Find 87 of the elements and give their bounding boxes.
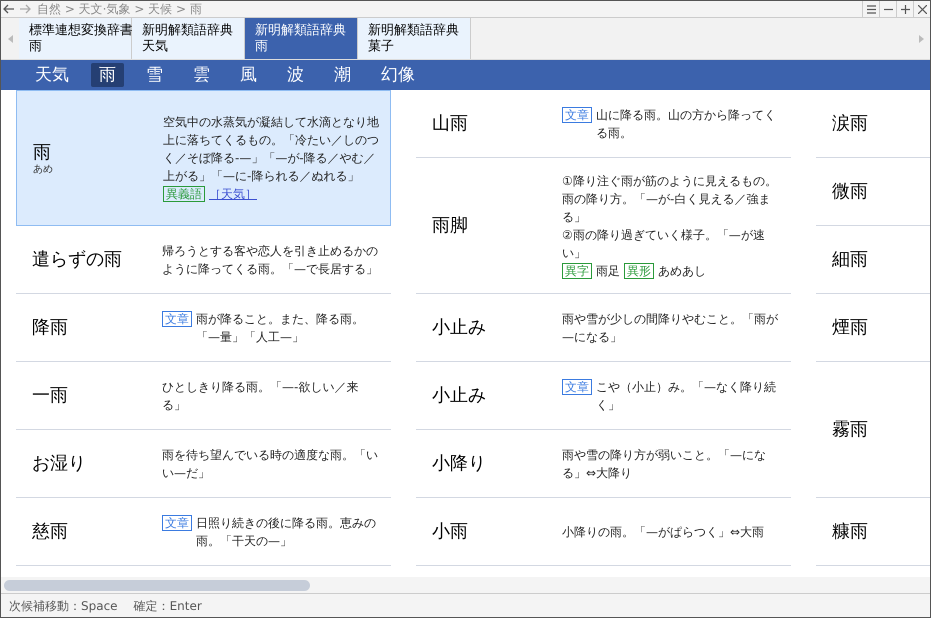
category-tab[interactable]: 潮 [326, 63, 359, 87]
close-button[interactable] [913, 1, 930, 17]
reading: あめ [33, 165, 54, 175]
term: 煙雨 [832, 316, 869, 340]
selected-entry[interactable]: 雨 あめ 空気中の水蒸気が凝結して水滴となり地上に落ちてくるもの。「冷たい／しのつく／そぼ降る-—」「—が-降る／やむ／上がる」「—に-降られる／ぬれる」 異義語 ［天気］ [16, 90, 391, 226]
related-link[interactable]: ［天気］ [209, 185, 257, 203]
maximize-button[interactable] [896, 1, 913, 17]
scrollbar-thumb[interactable] [4, 580, 310, 590]
entry-row[interactable]: 小止み 雨や雪が少しの間降りやむこと。「雨が—になる」 [416, 294, 791, 362]
entry-row[interactable]: 微雨 [816, 158, 930, 226]
definition-text: 山に降る雨。山の方から降ってくる雨。 [596, 106, 777, 142]
category-tab[interactable]: 風 [232, 63, 265, 87]
term: 小止み [432, 384, 487, 408]
category-tab[interactable]: 雨 [91, 63, 124, 87]
breadcrumb: 自然 > 天文·気象 > 天候 > 雨 [37, 1, 202, 17]
definition-text: 空気中の水蒸気が凝結して水滴となり地上に落ちてくるもの。「冷たい／しのつく／そぼ降る-—」「—が-降る／やむ／上がる」「—に-降られる／ぬれる」 [163, 114, 380, 185]
entry-row[interactable]: 降雨 文章 雨が降ること。また、降る雨。「—量」「人工—」 [16, 294, 391, 362]
status-text: 次候補移動：Space [9, 598, 118, 614]
term: 遣らずの雨 [32, 248, 123, 272]
category-tab[interactable]: 雲 [185, 63, 218, 87]
label-tag: 異字 [562, 262, 592, 278]
list-button[interactable] [862, 1, 879, 17]
label-tag: 文章 [562, 378, 592, 394]
entry-row[interactable]: 細雨 [816, 226, 930, 294]
definition-text: 小降りの雨。「—がぱらつく」⇔大雨 [562, 524, 764, 540]
term: 雨 [33, 141, 52, 164]
definition-text: 雨足 [596, 262, 620, 280]
definition-text: 雨や雪が少しの間降りやむこと。「雨が—になる」 [562, 310, 779, 346]
category-tab[interactable]: 幻像 [373, 63, 423, 87]
term: 細雨 [832, 248, 869, 272]
maximize-icon [900, 4, 910, 14]
category-tab[interactable]: 波 [279, 63, 312, 87]
term: お湿り [32, 452, 87, 476]
definition-text: 帰ろうとする客や恋人を引き止めるかのように降ってくる雨。「—で長居する」 [162, 242, 379, 278]
term: 小止み [432, 316, 487, 340]
term: 降雨 [32, 316, 69, 340]
term: 山雨 [432, 112, 469, 136]
definition-text: 日照り続きの後に降る雨。恵みの雨。「干天の—」 [196, 514, 377, 550]
left-triangle-icon [8, 34, 12, 42]
entry-row[interactable]: 雨脚 ①降り注ぐ雨が筋のように見えるもの。雨の降り方。「—が-白く見える／強まる」 ②雨の降り過ぎていく様子。「—が速い」 異字 雨足 異形 あめあし [416, 158, 791, 294]
close-icon [918, 4, 926, 14]
definition-text: あめあし [658, 262, 706, 280]
definition-text: こや（小止）み。「—なく降り続く」 [596, 378, 777, 414]
dictionary-tab[interactable]: 標準連想変換辞書 雨 [19, 18, 132, 59]
term: 微雨 [832, 180, 869, 204]
entry-row[interactable]: 小降り 雨や雪の降り方が弱いこと。「—になる」⇔大降り [416, 430, 791, 498]
dictionary-tab[interactable]: 新明解類語辞典 雨 [245, 18, 358, 59]
category-tab[interactable]: 天気 [27, 63, 77, 87]
entry-row[interactable]: 霧雨 [816, 362, 930, 498]
list-icon [866, 4, 876, 14]
definition-text: 雨を待ち望んでいる時の適度な雨。「いい—だ」 [162, 446, 379, 482]
entry-row[interactable]: お湿り 雨を待ち望んでいる時の適度な雨。「いい—だ」 [16, 430, 391, 498]
dictionary-tab[interactable]: 新明解類語辞典 菓子 [358, 18, 471, 59]
category-tab[interactable]: 雪 [138, 63, 171, 87]
entry-row[interactable]: 涙雨 [816, 90, 930, 158]
label-tag: 異形 [624, 262, 654, 278]
label-tag: 文章 [562, 106, 592, 122]
term: 涙雨 [832, 112, 869, 136]
definition-text: 雨や雪の降り方が弱いこと。「—になる」⇔大降り [562, 446, 767, 482]
term: 雨脚 [432, 214, 469, 238]
definition-text: ①降り注ぐ雨が筋のように見えるもの。雨の降り方。「—が-白く見える／強まる」 [562, 172, 778, 226]
entry-row[interactable]: 遣らずの雨 帰ろうとする客や恋人を引き止めるかのように降ってくる雨。「—で長居する」 [16, 226, 391, 294]
entry-row[interactable]: 小雨 小降りの雨。「—がぱらつく」⇔大雨 [416, 498, 791, 566]
label-tag: 文章 [162, 514, 192, 530]
entry-row[interactable]: 山雨 文章 山に降る雨。山の方から降ってくる雨。 [416, 90, 791, 158]
term: 一雨 [32, 384, 69, 408]
entry-row[interactable]: 糠雨 [816, 498, 930, 566]
forward-arrow-icon [19, 4, 31, 14]
label-tag: 文章 [162, 310, 192, 326]
term: 霧雨 [832, 418, 869, 442]
status-text: 確定：Enter [134, 598, 202, 614]
entry-row[interactable]: 小止み 文章 こや（小止）み。「—なく降り続く」 [416, 362, 791, 430]
definition-text: ひとしきり降る雨。「—-欲しい／来る」 [162, 378, 360, 414]
entry-row[interactable]: 煙雨 [816, 294, 930, 362]
term: 糠雨 [832, 520, 869, 544]
term: 小雨 [432, 520, 469, 544]
term: 慈雨 [32, 520, 69, 544]
definition-text: 雨が降ること。また、降る雨。「—量」「人工—」 [196, 310, 365, 346]
label-tag: 異義語 [163, 186, 205, 202]
definition-text: ②雨の降り過ぎていく様子。「—が速い」 [562, 226, 766, 262]
right-triangle-icon [918, 34, 924, 42]
term: 小降り [432, 452, 487, 476]
dictionary-tab[interactable]: 新明解類語辞典 天気 [132, 18, 245, 59]
minimize-button[interactable] [879, 1, 896, 17]
back-arrow-icon [3, 4, 15, 14]
entry-row[interactable]: 一雨 ひとしきり降る雨。「—-欲しい／来る」 [16, 362, 391, 430]
entry-row[interactable]: 慈雨 文章 日照り続きの後に降る雨。恵みの雨。「干天の—」 [16, 498, 391, 566]
